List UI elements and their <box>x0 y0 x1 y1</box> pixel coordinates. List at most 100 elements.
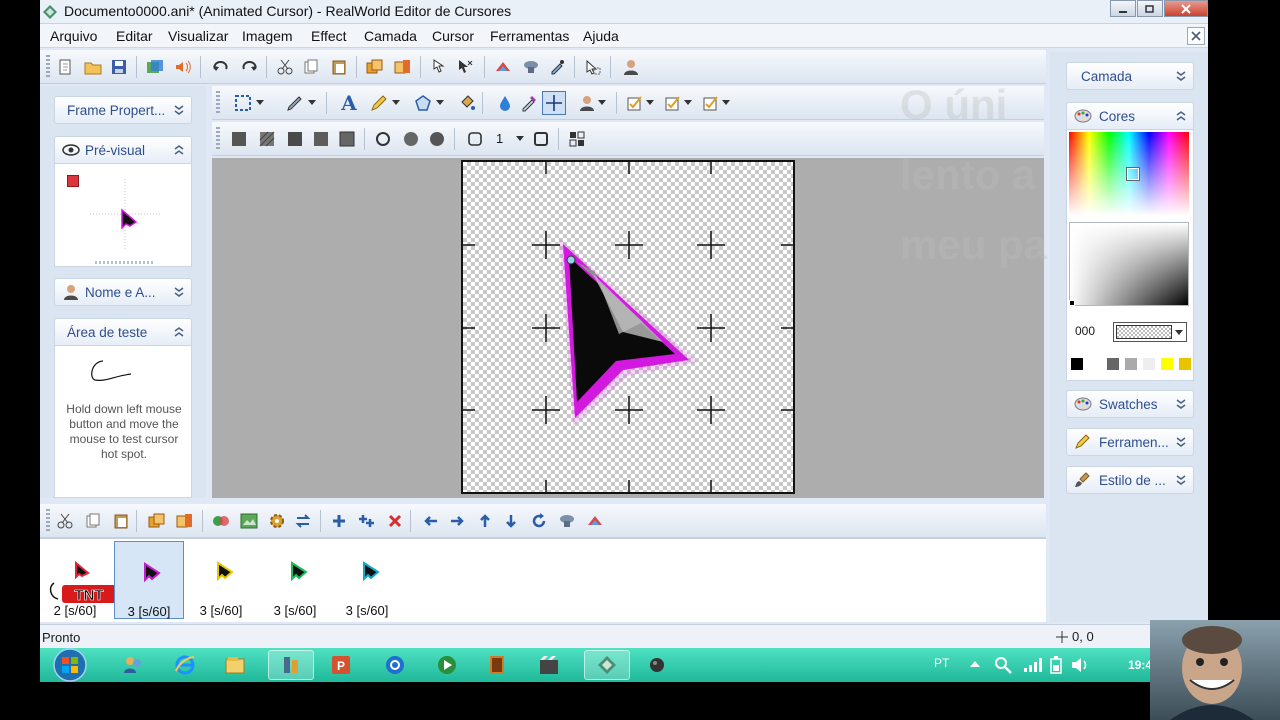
volume-icon[interactable] <box>1070 656 1090 674</box>
antialias-icon[interactable] <box>566 128 588 150</box>
insert-frame-icon[interactable] <box>174 510 196 532</box>
chevron-down-icon[interactable] <box>682 92 694 114</box>
frame-thumbnail[interactable]: TNT 2 [s/60] <box>40 541 116 619</box>
image-icon[interactable] <box>238 510 260 532</box>
menu-imagem[interactable]: Imagem <box>242 28 293 44</box>
palette-swatch[interactable] <box>1089 358 1101 370</box>
palette-swatch[interactable] <box>1107 358 1119 370</box>
copy-icon[interactable] <box>300 56 322 78</box>
close-document-button[interactable] <box>1187 27 1205 45</box>
text-tool-icon[interactable]: A <box>338 91 360 115</box>
checkbox-option-icon[interactable] <box>700 92 722 114</box>
taskbar-ie-icon[interactable] <box>170 650 200 680</box>
menu-visualizar[interactable]: Visualizar <box>168 28 228 44</box>
menu-editar[interactable]: Editar <box>116 28 153 44</box>
brightness-selector[interactable] <box>1069 300 1075 306</box>
cursor-test-icon[interactable] <box>454 56 476 78</box>
tools-header[interactable]: Ferramen... <box>1066 428 1194 456</box>
circle-hatched-icon[interactable] <box>400 128 422 150</box>
fill-gray-square-icon[interactable] <box>310 128 332 150</box>
hex-input[interactable]: 000 <box>1073 322 1097 342</box>
minimize-button[interactable] <box>1110 0 1136 17</box>
layer-header[interactable]: Camada <box>1066 62 1194 90</box>
resize-grip[interactable] <box>95 261 155 264</box>
test-area[interactable]: Hold down left mouse button and move the… <box>54 345 192 498</box>
circle-filled-icon[interactable] <box>426 128 448 150</box>
language-indicator[interactable]: PT <box>934 656 949 670</box>
taskbar-movie-maker-icon[interactable] <box>534 650 564 680</box>
frame-thumbnail[interactable]: 3 [s/60] <box>332 541 402 619</box>
signal-icon[interactable] <box>1024 658 1042 672</box>
fill-bucket-icon[interactable] <box>456 92 478 114</box>
chevron-down-icon[interactable] <box>434 92 446 114</box>
chevron-down-icon[interactable] <box>596 92 608 114</box>
paste-icon[interactable] <box>328 56 350 78</box>
start-button[interactable] <box>50 648 90 682</box>
palette-swatch[interactable] <box>1161 358 1173 370</box>
taskbar-explorer-icon[interactable] <box>220 650 250 680</box>
rounded-square-icon[interactable] <box>464 128 486 150</box>
menu-effect[interactable]: Effect <box>311 28 347 44</box>
settings-gear-icon[interactable] <box>266 510 288 532</box>
move-down-icon[interactable] <box>500 510 522 532</box>
menu-ajuda[interactable]: Ajuda <box>583 28 619 44</box>
palette-swatch[interactable] <box>1179 358 1191 370</box>
palette-swatch[interactable] <box>1071 358 1083 370</box>
name-author-header[interactable]: Nome e A... <box>54 278 192 306</box>
new-file-icon[interactable] <box>54 56 76 78</box>
pen-tool-icon[interactable] <box>284 92 306 114</box>
editing-canvas[interactable] <box>461 160 795 494</box>
frame-properties-header[interactable]: Frame Propert... <box>54 96 192 124</box>
move-up-icon[interactable] <box>474 510 496 532</box>
fill-dark-square-icon[interactable] <box>284 128 306 150</box>
search-icon[interactable] <box>994 656 1012 674</box>
taskbar-browser-icon[interactable] <box>380 650 410 680</box>
copy-frame-icon[interactable] <box>82 510 104 532</box>
hotspot-icon[interactable] <box>428 56 450 78</box>
rotate-frame-icon[interactable] <box>528 510 550 532</box>
fill-outline-square-icon[interactable] <box>336 128 358 150</box>
swap-frames-icon[interactable] <box>292 510 314 532</box>
undo-icon[interactable] <box>210 56 232 78</box>
insert-frame-icon[interactable] <box>392 56 414 78</box>
move-left-icon[interactable] <box>420 510 442 532</box>
spectrum-selector[interactable] <box>1126 167 1140 181</box>
circle-outline-icon[interactable] <box>372 128 394 150</box>
taskbar-users-icon[interactable] <box>118 650 148 680</box>
square-outline-icon[interactable] <box>530 128 552 150</box>
redo-icon[interactable] <box>238 56 260 78</box>
cut-frame-icon[interactable] <box>54 510 76 532</box>
swatches-header[interactable]: Swatches <box>1066 390 1194 418</box>
effects-icon[interactable] <box>210 510 232 532</box>
chevron-down-icon[interactable] <box>644 92 656 114</box>
select-arrow-icon[interactable] <box>582 56 604 78</box>
cut-icon[interactable] <box>274 56 296 78</box>
polygon-tool-icon[interactable] <box>412 92 434 114</box>
taskbar-video-icon[interactable] <box>482 650 512 680</box>
chevron-down-icon[interactable] <box>514 128 526 150</box>
palette-swatch[interactable] <box>1143 358 1155 370</box>
chevron-down-icon[interactable] <box>390 92 402 114</box>
eyedropper-icon[interactable] <box>546 56 568 78</box>
colors-header[interactable]: Cores <box>1066 102 1194 130</box>
chevron-down-icon[interactable] <box>306 92 318 114</box>
picker-tool-icon[interactable] <box>518 92 540 114</box>
add-frame-icon[interactable] <box>328 510 350 532</box>
rotate-icon[interactable] <box>520 56 542 78</box>
paste-frame-icon[interactable] <box>110 510 132 532</box>
menu-cursor[interactable]: Cursor <box>432 28 474 44</box>
chevron-down-icon[interactable] <box>720 92 732 114</box>
checkbox-option-icon[interactable] <box>662 92 684 114</box>
user-icon[interactable] <box>620 56 642 78</box>
taskbar-record-icon[interactable] <box>642 650 672 680</box>
mirror-icon[interactable] <box>556 510 578 532</box>
sound-icon[interactable] <box>172 56 194 78</box>
menu-ferramentas[interactable]: Ferramentas <box>490 28 569 44</box>
flip-frame-icon[interactable] <box>584 510 606 532</box>
hotspot-crosshair-tool[interactable] <box>542 91 566 115</box>
fill-hatched-square-icon[interactable] <box>256 128 278 150</box>
brush-size-value[interactable]: 1 <box>496 131 503 146</box>
taskbar-cursor-editor-icon[interactable] <box>584 650 630 680</box>
taskbar-app-icon[interactable] <box>268 650 314 680</box>
checkbox-option-icon[interactable] <box>624 92 646 114</box>
